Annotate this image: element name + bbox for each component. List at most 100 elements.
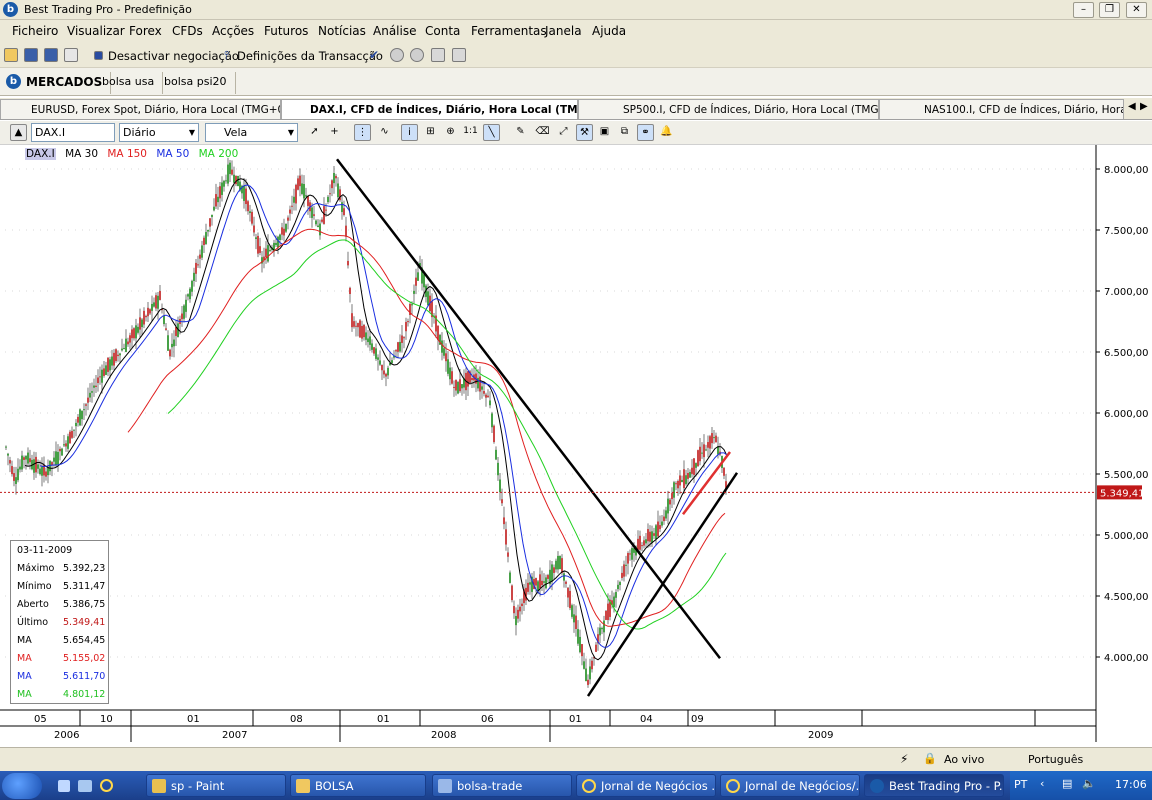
minimize-button[interactable]: –: [1073, 2, 1094, 18]
tab-scroll-right-icon[interactable]: ▶: [1140, 101, 1148, 112]
candle-body: [247, 201, 249, 212]
candle-body: [659, 525, 661, 530]
menu-ajuda[interactable]: Ajuda: [592, 24, 626, 38]
chart-area[interactable]: 8.000,00 7.500,00 7.000,00 6.500,00 6.000,00…: [0, 145, 1152, 742]
candle-body: [397, 342, 399, 352]
link-icon[interactable]: ⚭: [637, 124, 654, 141]
legend-ma50[interactable]: MA 50: [156, 148, 189, 160]
info-label: MA: [17, 653, 32, 664]
refresh-icon[interactable]: [452, 48, 466, 62]
transaction-settings-button[interactable]: Definições da Transacção: [237, 49, 383, 63]
info-icon[interactable]: i: [401, 124, 418, 141]
menu-janela[interactable]: Janela: [545, 24, 582, 38]
legend-instrument[interactable]: DAX.I: [25, 148, 56, 160]
menu-visualizar[interactable]: Visualizar: [67, 24, 125, 38]
grid-icon[interactable]: ⋮: [354, 124, 371, 141]
task-jornal-1[interactable]: Jornal de Negócios ...: [576, 774, 716, 797]
tab-nas100[interactable]: NAS100.I, CFD de Índices, Diário, Hora L…: [879, 99, 1124, 119]
zoom-icon[interactable]: ⊕: [442, 124, 459, 141]
checkmark-icon[interactable]: ✔: [369, 48, 379, 62]
menu-accoes[interactable]: Acções: [212, 24, 254, 38]
trendline-icon[interactable]: ╲: [483, 124, 500, 141]
network-icon[interactable]: ▤: [1062, 777, 1072, 790]
month-tick-label: 08: [290, 714, 303, 725]
expand-icon[interactable]: ⤢: [555, 124, 572, 141]
indicators-icon[interactable]: ∿: [376, 124, 393, 141]
tray-expand-icon[interactable]: ‹: [1040, 777, 1044, 790]
task-paint[interactable]: sp - Paint: [146, 774, 286, 797]
menu-futuros[interactable]: Futuros: [264, 24, 308, 38]
task-bolsa[interactable]: BOLSA: [290, 774, 426, 797]
tools-icon[interactable]: ⚒: [576, 124, 593, 141]
menu-conta[interactable]: Conta: [425, 24, 460, 38]
tab-sp500[interactable]: SP500.I, CFD de Índices, Diário, Hora Lo…: [578, 99, 879, 119]
menu-ficheiro[interactable]: Ficheiro: [12, 24, 58, 38]
candle-body: [171, 343, 173, 348]
layout-icon[interactable]: ▣: [596, 124, 613, 141]
quick-launch-icon[interactable]: [78, 780, 92, 792]
candle-body: [559, 555, 561, 570]
collapse-up-icon[interactable]: ▲: [10, 124, 27, 141]
ie-icon[interactable]: [100, 779, 113, 792]
market-tabs: b MERCADOS bolsa usa bolsa psi20: [0, 68, 1152, 96]
chart-type-select[interactable]: Vela ▼: [205, 123, 298, 142]
save-icon[interactable]: [24, 48, 38, 62]
open-folder-icon[interactable]: [4, 48, 18, 62]
home-icon[interactable]: [431, 48, 445, 62]
volume-icon[interactable]: 🔈: [1082, 777, 1096, 790]
tab-bolsa-psi20[interactable]: bolsa psi20: [156, 72, 236, 94]
candle-body: [377, 357, 379, 360]
print-icon[interactable]: [64, 48, 78, 62]
task-best-trading[interactable]: Best Trading Pro - P...: [864, 774, 1004, 797]
show-desktop-icon[interactable]: [58, 780, 70, 792]
candle-body: [493, 425, 495, 443]
legend-ma150[interactable]: MA 150: [107, 148, 147, 160]
data-window-icon[interactable]: ⊞: [422, 124, 439, 141]
language-indicator[interactable]: PT: [1014, 778, 1027, 791]
candle-body: [121, 348, 123, 351]
menu-ferramentas[interactable]: Ferramentas: [471, 24, 547, 38]
disable-trading-button[interactable]: Desactivar negociação: [108, 49, 239, 63]
maximize-button[interactable]: ❐: [1099, 2, 1120, 18]
save-as-icon[interactable]: [44, 48, 58, 62]
forward-icon[interactable]: [410, 48, 424, 62]
candle-body: [167, 335, 169, 351]
pointer-icon[interactable]: ➚: [306, 124, 323, 141]
eraser-icon[interactable]: ⌫: [534, 124, 551, 141]
symbol-input[interactable]: DAX.I: [31, 123, 115, 142]
alert-bell-icon[interactable]: 🔔: [658, 124, 675, 141]
candle-body: [289, 209, 291, 214]
legend-ma30[interactable]: MA 30: [65, 148, 98, 160]
back-icon[interactable]: [390, 48, 404, 62]
candle-body: [337, 183, 339, 198]
candle-body: [59, 448, 61, 452]
draw-icon[interactable]: ✎: [512, 124, 529, 141]
candle-body: [125, 338, 127, 352]
tab-eurusd[interactable]: EURUSD, Forex Spot, Diário, Hora Local (…: [0, 99, 281, 119]
ratio-button[interactable]: 1:1: [462, 124, 479, 141]
start-button[interactable]: [2, 773, 42, 799]
candle-body: [547, 575, 549, 579]
candle-body: [207, 229, 209, 232]
candle-body: [5, 446, 7, 448]
candle-body: [365, 332, 367, 340]
menu-analise[interactable]: Análise: [373, 24, 416, 38]
tab-scroll-left-icon[interactable]: ◀: [1128, 101, 1136, 112]
system-tray: PT ‹ ▤ 🔈 17:06: [1010, 771, 1152, 800]
task-jornal-2[interactable]: Jornal de Negócios/...: [720, 774, 860, 797]
price-chart[interactable]: 8.000,00 7.500,00 7.000,00 6.500,00 6.000,00…: [0, 145, 1152, 742]
crosshair-icon[interactable]: +: [326, 124, 343, 141]
candle-body: [9, 460, 11, 464]
legend-ma200[interactable]: MA 200: [199, 148, 239, 160]
task-bolsa-trade[interactable]: bolsa-trade: [432, 774, 572, 797]
copy-icon[interactable]: ⧉: [616, 124, 633, 141]
tab-dax[interactable]: DAX.I, CFD de Índices, Diário, Hora Loca…: [281, 99, 578, 119]
month-tick-label: 01: [377, 714, 390, 725]
menu-forex[interactable]: Forex: [129, 24, 162, 38]
period-select[interactable]: Diário ▼: [119, 123, 199, 142]
menu-noticias[interactable]: Notícias: [318, 24, 366, 38]
menu-cfds[interactable]: CFDs: [172, 24, 203, 38]
tab-bolsa-usa[interactable]: bolsa usa: [94, 72, 164, 94]
candle-body: [539, 574, 541, 589]
close-button[interactable]: ✕: [1126, 2, 1147, 18]
